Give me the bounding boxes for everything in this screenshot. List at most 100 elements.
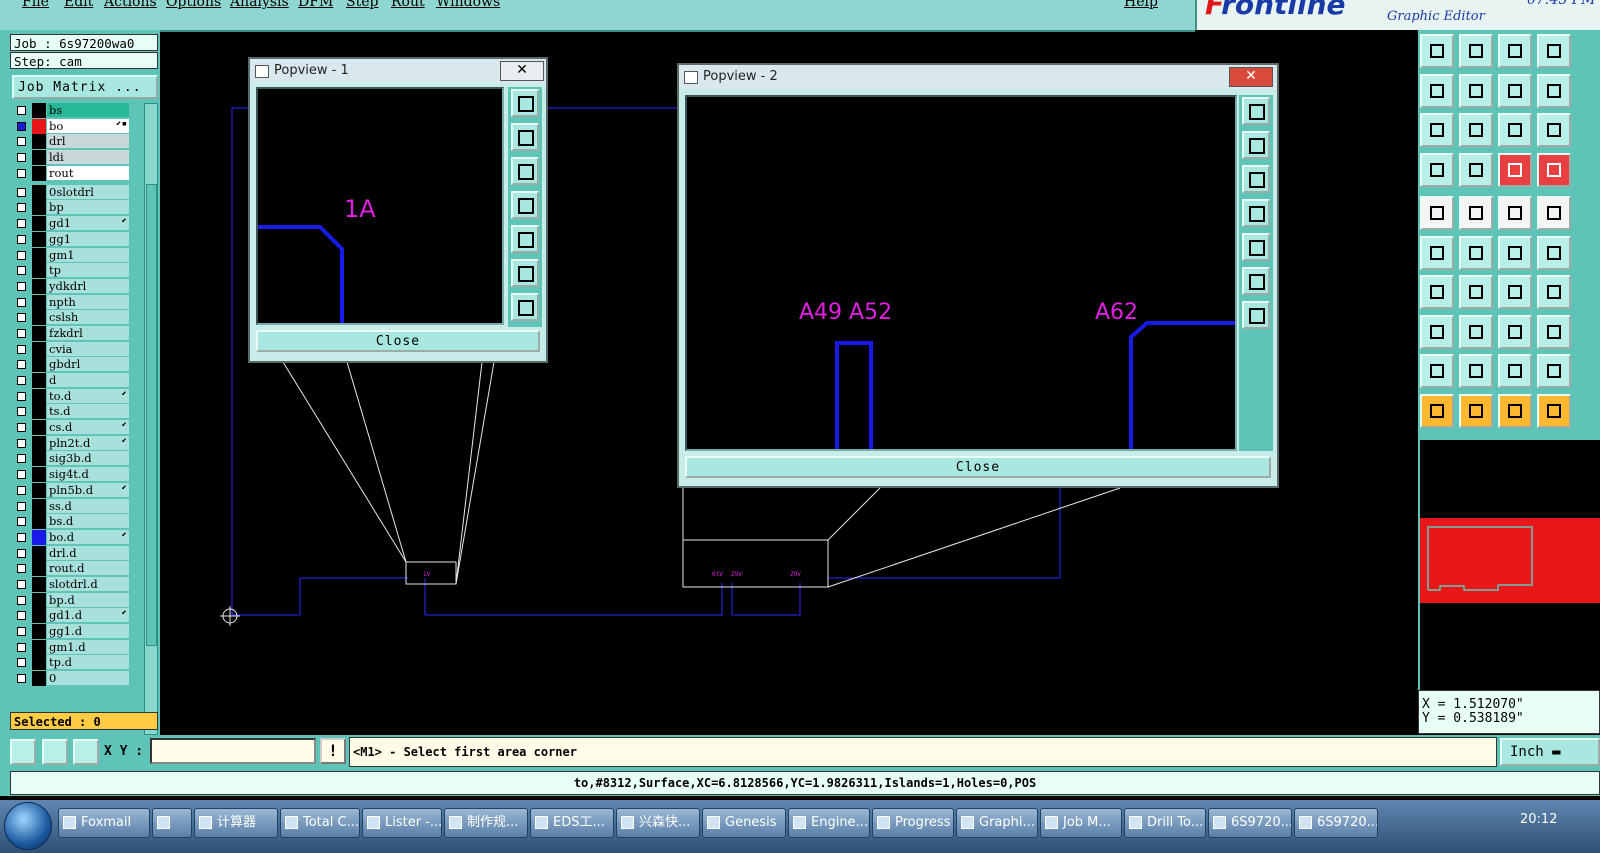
layer-name[interactable]: ydkdrl	[47, 278, 129, 293]
tools-tool-button[interactable]	[1537, 152, 1571, 187]
layer-row[interactable]: sig3b.d	[13, 451, 131, 467]
layer-color-swatch[interactable]	[32, 592, 46, 608]
layer-checkbox[interactable]	[17, 344, 26, 354]
layer-row[interactable]: 0slotdrl	[13, 184, 131, 200]
add-tool-button[interactable]	[1537, 354, 1571, 388]
layer-name[interactable]: drl.d	[47, 545, 129, 560]
layer-checkbox[interactable]	[17, 137, 26, 147]
display-tool-button[interactable]	[1459, 73, 1493, 108]
display-tool-button[interactable]	[1420, 73, 1454, 108]
shape-tool-button[interactable]	[1459, 314, 1493, 349]
layer-checkbox[interactable]	[17, 611, 26, 621]
layer-checkbox[interactable]	[17, 548, 26, 558]
taskbar-item[interactable]: Foxmail	[58, 808, 150, 838]
layer-checkbox[interactable]	[17, 485, 26, 495]
layer-checkbox[interactable]	[17, 501, 26, 511]
job-matrix-button[interactable]: Job Matrix ...	[12, 75, 158, 99]
taskbar-item[interactable]: 兴森快...	[616, 808, 700, 838]
layer-color-swatch[interactable]	[32, 420, 46, 436]
layer-color-swatch[interactable]	[32, 639, 46, 655]
layer-tool-button[interactable]	[1459, 34, 1493, 68]
layer-row[interactable]: gg1	[13, 231, 131, 247]
popview-zoom-button[interactable]	[511, 89, 539, 117]
layer-name[interactable]: bo.d	[47, 529, 129, 544]
taskbar-item[interactable]: Graphi...	[956, 808, 1038, 838]
layer-row[interactable]: cs.d ⬋	[13, 420, 131, 436]
taskbar-item[interactable]: 制作规...	[444, 808, 528, 838]
layer-name[interactable]: sig3b.d	[47, 451, 129, 466]
layer-name[interactable]: bs.d	[47, 514, 129, 529]
layer-color-swatch[interactable]	[32, 576, 46, 592]
layer-checkbox[interactable]	[17, 595, 26, 605]
layer-row[interactable]: cslsh	[13, 310, 131, 326]
layer-checkbox[interactable]	[17, 674, 26, 684]
menu-edit[interactable]: Edit	[64, 0, 93, 10]
measure-mode-button[interactable]	[42, 739, 68, 765]
layer-name[interactable]: rout	[47, 165, 129, 180]
layer-name[interactable]: to.d	[47, 388, 129, 403]
layer-name[interactable]: sig4t.d	[47, 467, 129, 482]
layer-name[interactable]: cvia	[47, 341, 129, 356]
select-tool-button[interactable]	[1420, 393, 1454, 428]
layer-checkbox[interactable]	[17, 219, 26, 229]
layer-color-swatch[interactable]	[32, 404, 46, 420]
layer-name[interactable]: drl	[47, 134, 129, 149]
layer-checkbox[interactable]	[17, 106, 26, 115]
layer-checkbox[interactable]	[17, 391, 26, 401]
layer-name[interactable]: 0slotdrl	[47, 184, 129, 199]
layer-tool-button[interactable]	[1498, 34, 1532, 68]
layer-checkbox[interactable]	[17, 407, 26, 417]
menu-actions[interactable]: Actions	[104, 0, 157, 10]
popview-fit-button[interactable]	[1242, 301, 1270, 329]
add-tool-button[interactable]	[1420, 354, 1454, 388]
popview-1-canvas[interactable]: 1A	[256, 87, 504, 325]
layer-color-swatch[interactable]	[32, 561, 46, 577]
snap-mode-button[interactable]	[10, 739, 36, 765]
layer-row[interactable]: gbdrl	[13, 357, 131, 373]
layer-row[interactable]: gd1 ⬋	[13, 216, 131, 232]
popview-pan-up-button[interactable]	[511, 123, 539, 151]
popview-pan-left-button[interactable]	[511, 191, 539, 219]
layer-row[interactable]: slotdrl.d	[13, 576, 131, 592]
layer-row[interactable]: to.d ⬋	[13, 388, 131, 404]
layer-row[interactable]: 0	[13, 671, 131, 687]
layer-row[interactable]: ts.d	[13, 404, 131, 420]
scroll-thumb[interactable]	[146, 184, 157, 646]
popview-fit-button[interactable]	[511, 293, 539, 321]
layer-name[interactable]: cslsh	[47, 310, 129, 325]
layer-name[interactable]: npth	[47, 294, 129, 309]
layer-color-swatch[interactable]	[32, 310, 46, 326]
layer-row[interactable]: ldi	[13, 150, 131, 166]
layer-name[interactable]: bs	[47, 103, 129, 117]
connect-tool-button[interactable]	[1420, 235, 1454, 270]
overview-panel[interactable]	[1418, 440, 1600, 690]
layer-name[interactable]: gm1	[47, 247, 129, 262]
add-tool-button[interactable]	[1459, 354, 1493, 388]
menu-analysis[interactable]: Analysis	[230, 0, 289, 10]
connect-tool-button[interactable]	[1459, 235, 1493, 270]
units-select[interactable]: Inch ▬	[1500, 738, 1600, 766]
layer-checkbox[interactable]	[17, 642, 26, 652]
layer-row[interactable]: fzkdrl	[13, 325, 131, 341]
menu-file[interactable]: File	[22, 0, 49, 10]
layer-color-swatch[interactable]	[32, 529, 46, 545]
layer-color-swatch[interactable]	[32, 118, 46, 134]
layer-row[interactable]: d	[13, 373, 131, 388]
tools-tool-button[interactable]	[1420, 152, 1454, 187]
layer-checkbox[interactable]	[17, 517, 26, 527]
layer-color-swatch[interactable]	[32, 545, 46, 561]
layer-row[interactable]: bp.d	[13, 592, 131, 608]
layer-color-swatch[interactable]	[32, 294, 46, 310]
layer-name[interactable]: 0	[47, 671, 129, 686]
layer-checkbox[interactable]	[17, 328, 26, 338]
layer-row[interactable]: bs.d	[13, 514, 131, 530]
layer-color-swatch[interactable]	[32, 671, 46, 687]
add-tool-button[interactable]	[1498, 354, 1532, 388]
layer-checkbox[interactable]	[17, 470, 26, 480]
popview-2-titlebar[interactable]: Popview - 2	[679, 65, 1277, 89]
popview-pan-right-button[interactable]	[511, 225, 539, 253]
popview-pan-up-button[interactable]	[1242, 131, 1270, 159]
layer-scrollbar[interactable]	[144, 103, 158, 735]
draw-tool-button[interactable]	[1498, 196, 1532, 230]
edit-tool-button[interactable]	[1459, 275, 1493, 309]
